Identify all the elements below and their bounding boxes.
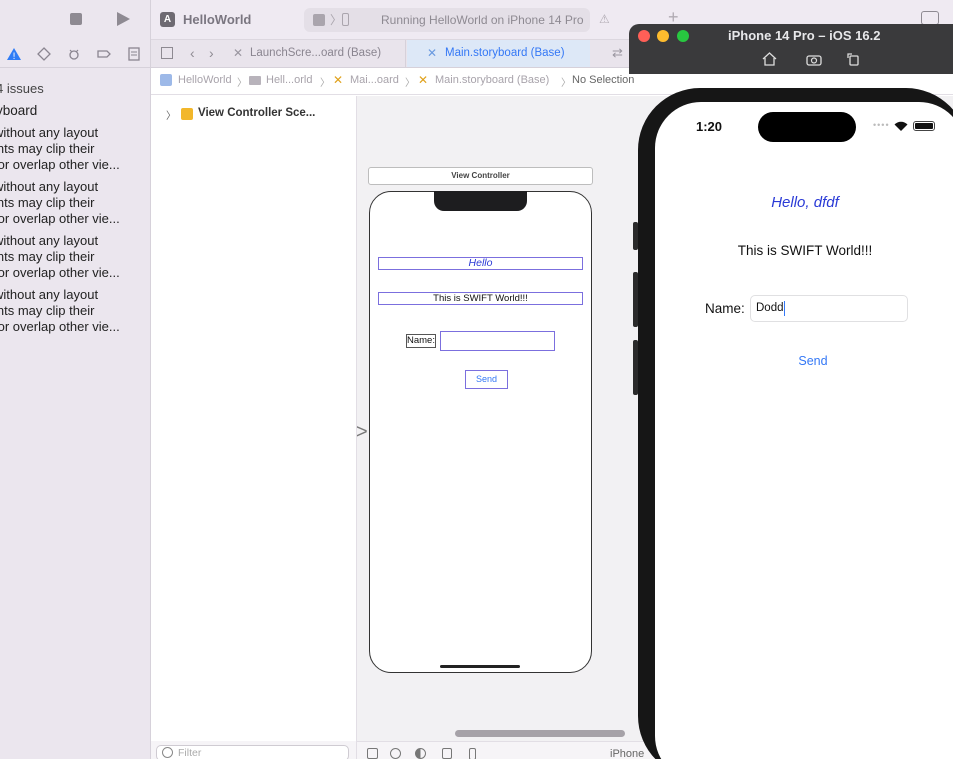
minimize-window-button[interactable] <box>657 30 669 42</box>
send-button[interactable]: Send <box>783 354 843 368</box>
debug-navigator-icon[interactable] <box>66 46 82 62</box>
storyboard-notch <box>434 191 527 211</box>
status-time: 1:20 <box>696 119 723 134</box>
text-cursor <box>784 301 785 316</box>
home-button-icon[interactable] <box>762 52 777 71</box>
issue-item[interactable]: without any layout ints may clip their o… <box>0 233 150 281</box>
outline-scene-label[interactable]: View Controller Sce... <box>198 107 315 119</box>
scene-icon <box>181 108 193 120</box>
view-controller-title-bar[interactable]: View Controller <box>368 167 593 185</box>
name-text-field[interactable]: Dodd <box>750 295 908 322</box>
svg-text:!: ! <box>12 52 16 62</box>
simulator-titlebar: iPhone 14 Pro – iOS 16.2 <box>629 24 953 74</box>
disclosure-chevron-icon[interactable]: 〉 <box>166 107 176 122</box>
issue-item[interactable]: without any layout ints may clip their o… <box>0 179 150 227</box>
editor-options-icon[interactable]: ⇄ <box>612 45 623 61</box>
forward-chevron-icon[interactable]: › <box>209 45 214 61</box>
canvas-scrollbar[interactable] <box>455 730 625 737</box>
filter-field[interactable]: Filter <box>156 745 349 759</box>
issue-group-file[interactable]: yboard <box>0 103 37 118</box>
sidebar-toggle-icon[interactable] <box>367 748 378 759</box>
project-icon <box>160 74 172 86</box>
run-status-text: Running HelloWorld on iPhone 14 Pro <box>381 13 584 27</box>
storyboard-send-button[interactable]: Send <box>465 370 508 389</box>
entry-point-arrow: > <box>356 421 368 443</box>
storyboard-name-label[interactable]: Name: <box>406 334 436 348</box>
warning-navigator-icon[interactable]: ! <box>6 46 22 62</box>
left-toolbar <box>0 0 150 40</box>
tab-launchscreen[interactable]: ✕ LaunchScre...oard (Base) <box>229 40 406 67</box>
report-navigator-icon[interactable] <box>126 46 142 62</box>
chevron-right-icon: 〉 <box>320 78 330 89</box>
folder-icon <box>249 76 261 85</box>
simulator-title: iPhone 14 Pro – iOS 16.2 <box>728 28 881 43</box>
storyboard-name-field[interactable] <box>440 331 555 351</box>
inspector-toggle-icon[interactable] <box>921 11 939 25</box>
dynamic-island <box>758 112 856 142</box>
simulator-screen[interactable]: 1:20 •••• Hello, dfdf This is SWIFT Worl… <box>655 102 953 759</box>
signal-icon: •••• <box>873 120 890 130</box>
issue-item[interactable]: without any layout ints may clip their o… <box>0 125 150 173</box>
navigator-tabs: ! <box>0 40 150 68</box>
device-icon[interactable] <box>342 13 349 26</box>
chevron-right-icon: 〉 <box>237 78 247 89</box>
scheme-target-icon[interactable] <box>313 14 325 26</box>
back-chevron-icon[interactable]: ‹ <box>190 45 195 61</box>
storyboard-file-icon: ✕ <box>333 73 344 87</box>
screenshot-icon[interactable] <box>806 53 822 71</box>
storyboard-home-indicator <box>440 665 520 668</box>
jumpbar-file[interactable]: Mai...oard <box>350 74 399 86</box>
tab-main-storyboard[interactable]: ✕ Main.storyboard (Base) <box>407 40 590 67</box>
filter-placeholder: Filter <box>178 747 202 759</box>
tab-label: Main.storyboard (Base) <box>445 47 565 59</box>
storyboard-file-icon: ✕ <box>418 73 429 87</box>
chevron-right-icon: 〉 <box>561 78 571 89</box>
issue-count: 4 issues <box>0 81 44 96</box>
zoom-window-button[interactable] <box>677 30 689 42</box>
grid-icon[interactable] <box>161 47 173 59</box>
close-window-button[interactable] <box>638 30 650 42</box>
warning-icon[interactable]: ⚠ <box>599 12 610 26</box>
scheme-name[interactable]: HelloWorld <box>183 12 251 27</box>
world-label: This is SWIFT World!!! <box>737 243 873 258</box>
tab-label: LaunchScre...oard (Base) <box>250 47 382 59</box>
jumpbar-localization[interactable]: Main.storyboard (Base) <box>435 74 549 86</box>
battery-icon <box>913 121 935 131</box>
appearance-icon[interactable] <box>390 748 401 759</box>
close-tab-icon[interactable]: ✕ <box>427 46 437 60</box>
chevron-right-icon: 〉 <box>330 13 343 27</box>
run-button[interactable] <box>117 12 130 26</box>
dark-mode-icon[interactable] <box>415 748 426 759</box>
stop-button[interactable] <box>70 13 82 25</box>
jumpbar-project[interactable]: HelloWorld <box>178 74 232 86</box>
test-navigator-icon[interactable] <box>36 46 52 62</box>
document-outline: 〉 View Controller Sce... <box>151 96 357 741</box>
outline-footer: Filter <box>151 741 357 759</box>
wifi-icon <box>894 119 908 137</box>
storyboard-file-icon: ✕ <box>233 46 244 60</box>
device-icon[interactable] <box>469 748 476 759</box>
device-selector-label[interactable]: iPhone <box>610 748 644 759</box>
storyboard-world-label[interactable]: This is SWIFT World!!! <box>378 292 583 305</box>
storyboard-hello-label[interactable]: Hello <box>378 257 583 270</box>
filter-icon <box>162 747 173 758</box>
issue-navigator: ! 4 issues yboard without any layout int… <box>0 0 151 759</box>
name-label: Name: <box>705 301 745 316</box>
app-icon: A <box>160 12 175 27</box>
jumpbar-group[interactable]: Hell...orld <box>266 74 312 86</box>
activity-viewer: 〉 Running HelloWorld on iPhone 14 Pro <box>304 8 590 32</box>
jumpbar-selection[interactable]: No Selection <box>572 74 634 86</box>
rotate-icon[interactable] <box>846 52 860 71</box>
chevron-right-icon: 〉 <box>405 78 415 89</box>
name-field-value: Dodd <box>756 302 784 314</box>
hello-label: Hello, dfdf <box>771 194 839 211</box>
orientation-icon[interactable] <box>442 748 452 759</box>
breakpoint-navigator-icon[interactable] <box>96 46 112 62</box>
issue-item[interactable]: without any layout ints may clip their o… <box>0 287 150 335</box>
